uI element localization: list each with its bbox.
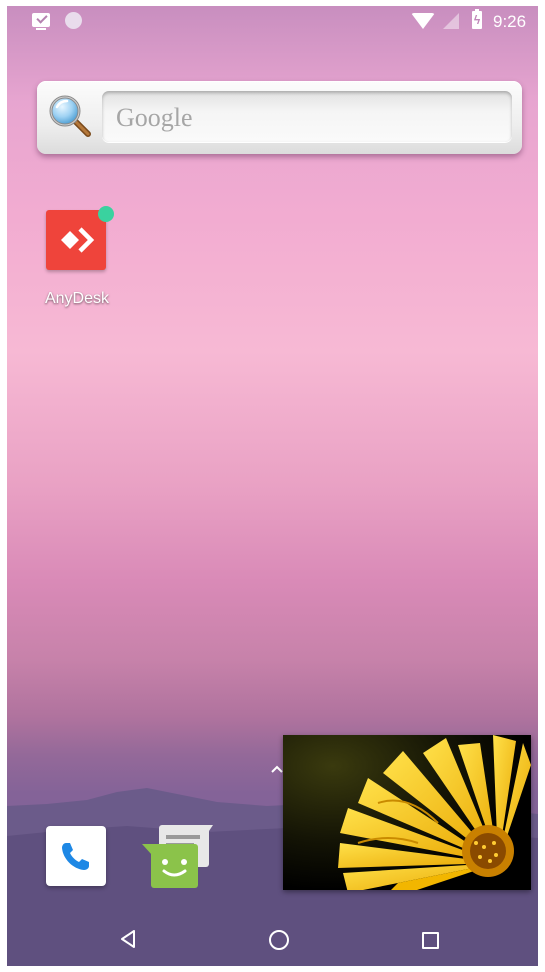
messenger-icon bbox=[142, 825, 213, 888]
flower-video-frame bbox=[283, 735, 531, 890]
anydesk-icon[interactable] bbox=[46, 210, 106, 270]
wifi-icon bbox=[411, 13, 435, 29]
messenger-app[interactable] bbox=[142, 821, 214, 891]
search-input[interactable]: Google bbox=[102, 91, 512, 142]
navigation-bar bbox=[7, 904, 538, 966]
status-time: 9:26 bbox=[493, 12, 527, 31]
picture-in-picture-window[interactable] bbox=[283, 735, 531, 890]
screenshot-notification-icon bbox=[32, 13, 50, 30]
sync-notification-icon bbox=[65, 12, 82, 29]
status-bar: ϟ 9:26 bbox=[7, 6, 538, 39]
back-icon[interactable] bbox=[120, 930, 136, 948]
no-signal-icon bbox=[443, 13, 459, 29]
magnifier-icon[interactable] bbox=[47, 93, 93, 139]
battery-charging-icon: ϟ bbox=[472, 9, 482, 29]
recents-icon[interactable] bbox=[422, 932, 439, 949]
home-screen: ϟ 9:26 Google AnyDesk bbox=[7, 6, 538, 966]
app-anydesk[interactable]: AnyDesk bbox=[37, 206, 117, 316]
google-search-widget[interactable]: Google bbox=[37, 81, 522, 154]
home-icon[interactable] bbox=[269, 930, 289, 950]
notification-dot bbox=[98, 206, 114, 222]
phone-icon bbox=[62, 843, 89, 870]
app-label: AnyDesk bbox=[44, 290, 110, 307]
search-placeholder: Google bbox=[116, 103, 193, 132]
phone-app[interactable] bbox=[46, 826, 106, 886]
